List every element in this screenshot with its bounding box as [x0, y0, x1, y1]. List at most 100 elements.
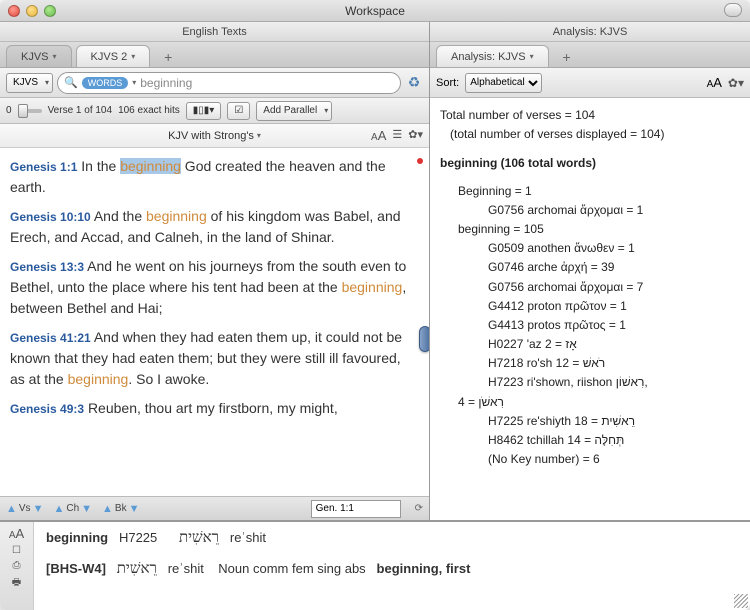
print-icon[interactable]: 🖶 — [12, 575, 21, 592]
chart-button[interactable]: ▮▯▮▾ — [186, 102, 222, 120]
analysis-item[interactable]: (No Key number) = 6 — [488, 450, 740, 469]
search-hit[interactable]: beginning — [146, 208, 207, 224]
scroll-thumb[interactable] — [419, 326, 429, 352]
verse-nav[interactable]: ▲Vs▼ — [6, 503, 43, 515]
tab-analysis[interactable]: Analysis: KJVS ▾ — [436, 45, 549, 67]
verse-ref[interactable]: Genesis 13:3 — [10, 260, 84, 274]
detail-tag: [BHS-W4] — [46, 561, 106, 576]
add-tab-button[interactable]: + — [555, 47, 579, 67]
verse-ref[interactable]: Genesis 10:10 — [10, 210, 91, 224]
tab-kjvs[interactable]: KJVS ▾ — [6, 45, 72, 67]
analysis-item[interactable]: G0756 archomai ἄρχομαι = 1 — [488, 201, 740, 220]
marker-dot — [417, 158, 423, 164]
chevron-down-icon: ▾ — [530, 52, 534, 61]
layout-icon[interactable]: ☰ — [392, 128, 402, 143]
verse-list[interactable]: Genesis 1:1 In the beginning God created… — [0, 148, 429, 496]
analysis-item[interactable]: H7225 re'shiyth רֵאשִׁית = 18 — [488, 412, 740, 431]
resize-grip[interactable] — [734, 594, 748, 608]
right-tab-row: Analysis: KJVS ▾ + — [430, 42, 750, 68]
verse-count-label: Verse 1 of 104 — [48, 105, 113, 116]
search-hit[interactable]: beginning — [120, 158, 181, 174]
highlight-icon: ☑ — [234, 105, 243, 116]
add-tab-button[interactable]: + — [156, 47, 180, 67]
right-pane-header: Analysis: KJVS — [430, 22, 750, 42]
search-hit[interactable]: beginning — [68, 371, 129, 387]
left-pane-header: English Texts — [0, 22, 429, 42]
results-toolbar: 0 Verse 1 of 104 106 exact hits ▮▯▮▾ ☑ A… — [0, 98, 429, 124]
chevron-down-icon[interactable]: ▾ — [132, 78, 136, 87]
right-pane: Analysis: KJVS Analysis: KJVS ▾ + Sort: … — [430, 22, 750, 520]
analysis-group[interactable]: רִאשֹׁן = 4 — [458, 393, 740, 412]
font-size-control[interactable]: AA — [9, 526, 24, 541]
chevron-down-icon[interactable]: ▾ — [257, 131, 261, 140]
bottom-pane: AA ☐ ⎙ 🖶 beginning H7225 רֵאשִׁית reʾshi… — [0, 520, 750, 610]
reference-input[interactable] — [311, 500, 401, 518]
tab-label: KJVS 2 — [91, 51, 128, 63]
gear-icon[interactable]: ✿▾ — [728, 76, 744, 90]
window-title: Workspace — [0, 4, 750, 18]
tab-kjvs-2[interactable]: KJVS 2 ▾ — [76, 45, 151, 67]
verse-row[interactable]: Genesis 49:3 Reuben, thou art my firstbo… — [10, 398, 419, 419]
module-dropdown[interactable]: KJVS — [6, 73, 53, 93]
titlebar: Workspace — [0, 0, 750, 22]
detail-word: beginning — [46, 530, 108, 545]
verse-ref[interactable]: Genesis 41:21 — [10, 331, 91, 345]
search-mode-pill[interactable]: WORDS — [82, 77, 129, 89]
tab-label: Analysis: KJVS — [451, 51, 526, 63]
verse-row[interactable]: Genesis 1:1 In the beginning God created… — [10, 156, 419, 198]
recycle-icon[interactable]: ♻ — [405, 74, 423, 92]
detail-morph: Noun comm fem sing abs — [218, 561, 365, 576]
search-field[interactable]: 🔍 WORDS ▾ — [57, 72, 401, 94]
analysis-item[interactable]: G0509 anothen ἄνωθεν = 1 — [488, 239, 740, 258]
copy-icon[interactable]: ☐ — [12, 545, 21, 556]
search-input[interactable] — [140, 76, 394, 90]
verse-row[interactable]: Genesis 41:21 And when they had eaten th… — [10, 327, 419, 390]
analysis-item[interactable]: H0227 'az אָז = 2 — [488, 335, 740, 354]
analysis-group[interactable]: beginning = 105 — [458, 220, 740, 239]
verse-row[interactable]: Genesis 10:10 And the beginning of his k… — [10, 206, 419, 248]
mark-button[interactable]: ☑ — [227, 102, 250, 120]
analysis-group[interactable]: Beginning = 1 — [458, 182, 740, 201]
gear-icon[interactable]: ✿▾ — [408, 128, 423, 143]
headword: beginning (106 total words) — [440, 154, 740, 173]
analysis-body[interactable]: Total number of verses = 104(total numbe… — [430, 98, 750, 520]
analysis-item[interactable]: H7223 ri'shown, riishon רִאשׁוֹן, — [488, 373, 740, 392]
left-pane: English Texts KJVS ▾ KJVS 2 ▾ + KJVS 🔍 — [0, 22, 430, 520]
chevron-down-icon: ▾ — [53, 52, 57, 61]
nav-bar: ▲Vs▼ ▲Ch▼ ▲Bk▼ ⟳ — [0, 496, 429, 520]
analysis-item[interactable]: G4413 protos πρῶτος = 1 — [488, 316, 740, 335]
history-icon[interactable]: ⟳ — [415, 503, 423, 514]
analysis-item[interactable]: G0746 arche ἀρχή = 39 — [488, 258, 740, 277]
font-size-control[interactable]: AA — [371, 128, 386, 143]
verse-row[interactable]: Genesis 13:3 And he went on his journeys… — [10, 256, 419, 319]
toolbar-toggle-button[interactable] — [724, 3, 742, 17]
book-nav[interactable]: ▲Bk▼ — [102, 503, 139, 515]
add-parallel-label: Add Parallel — [263, 105, 317, 116]
font-size-control[interactable]: AA — [707, 75, 722, 90]
search-hit[interactable]: beginning — [342, 279, 403, 295]
chapter-nav[interactable]: ▲Ch▼ — [53, 503, 92, 515]
totals: Total number of verses = 104(total numbe… — [440, 106, 740, 144]
chevron-down-icon: ▾ — [131, 52, 135, 61]
add-parallel-dropdown[interactable]: Add Parallel — [256, 101, 332, 121]
bottom-tool-strip: AA ☐ ⎙ 🖶 — [0, 522, 34, 610]
search-icon: 🔍 — [64, 76, 78, 89]
analysis-item[interactable]: G4412 proton πρῶτον = 1 — [488, 297, 740, 316]
verse-ref[interactable]: Genesis 49:3 — [10, 402, 84, 416]
analysis-item[interactable]: G0756 archomai ἄρχομαι = 7 — [488, 278, 740, 297]
analysis-item[interactable]: H7218 ro'sh רֹאשׁ = 12 — [488, 354, 740, 373]
text-subheader: KJV with Strong's▾ AA ☰ ✿▾ — [0, 124, 429, 148]
detail-translit: reʾshit — [230, 530, 266, 545]
analysis-item[interactable]: H8462 tchillah תְּחִלָּה = 14 — [488, 431, 740, 450]
hits-label: 106 exact hits — [118, 105, 180, 116]
search-toolbar: KJVS 🔍 WORDS ▾ ♻ — [0, 68, 429, 98]
text-name[interactable]: KJV with Strong's — [168, 130, 254, 142]
verse-ref[interactable]: Genesis 1:1 — [10, 160, 77, 174]
sort-label: Sort: — [436, 77, 459, 89]
pin-icon[interactable]: ⎙ — [13, 560, 21, 571]
context-slider[interactable] — [18, 109, 42, 113]
sort-dropdown[interactable]: Alphabetical — [465, 73, 542, 93]
instant-details: beginning H7225 רֵאשִׁית reʾshit [BHS-W4… — [34, 522, 750, 610]
slider-value: 0 — [6, 105, 12, 116]
bar-chart-icon: ▮▯▮ — [193, 105, 210, 116]
